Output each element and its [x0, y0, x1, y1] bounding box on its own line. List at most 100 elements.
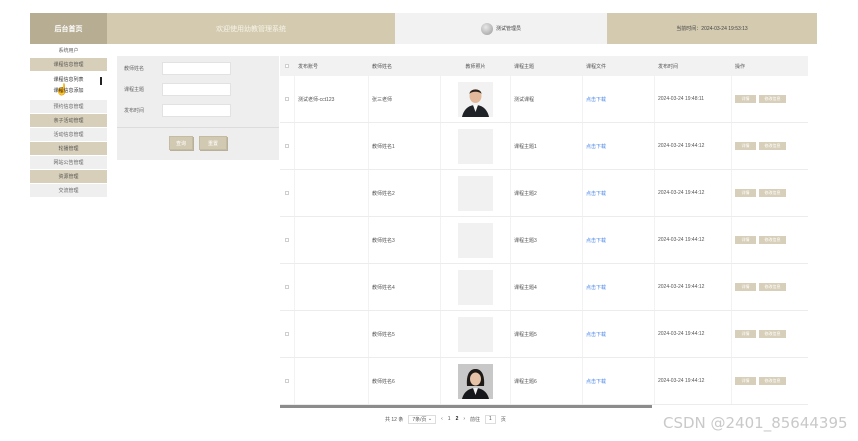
sidebar-item-course-info[interactable]: 课程信息管理 [30, 58, 107, 72]
row-checkbox[interactable] [280, 170, 295, 216]
publish-time-field: 发布时间 [124, 104, 231, 117]
submenu-item-course-list[interactable]: 课程信息列表 ☝ [30, 74, 107, 96]
edit-button[interactable]: 修改信息 [759, 330, 786, 338]
checkbox-box [285, 64, 289, 68]
download-link[interactable]: 点击下载 [586, 284, 606, 291]
sidebar-item-announcements[interactable]: 网站公告管理 [30, 156, 107, 170]
goto-page-input[interactable]: 1 [485, 414, 496, 424]
row-checkbox[interactable] [280, 358, 295, 404]
pagination: 共 12 条 7条/页 ⌄ ‹ 1 2 › 前往 1 页 [385, 413, 506, 425]
row-checkbox[interactable] [280, 123, 295, 169]
teacher-photo [458, 222, 493, 258]
teacher-photo [458, 363, 493, 399]
checkbox-box [285, 144, 289, 148]
admin-info[interactable]: 测试管理员 [395, 13, 607, 44]
cell-file: 点击下载 [583, 311, 655, 357]
detail-button[interactable]: 详情 [735, 189, 756, 197]
course-submenu: 课程信息列表 ☝ 课程信息添加 [30, 72, 107, 100]
reset-button[interactable]: 重置 [199, 136, 227, 150]
column-header: 操作 [735, 63, 746, 70]
cell-topic: 课程主题2 [511, 170, 583, 216]
detail-button[interactable]: 详情 [735, 283, 756, 291]
home-link[interactable]: 后台首页 [30, 13, 107, 44]
cell-topic: 测试课程 [511, 76, 583, 122]
download-link[interactable]: 点击下载 [586, 331, 606, 338]
teacher-photo-man-icon [458, 81, 493, 117]
divider [117, 127, 279, 128]
sidebar-item-carousel[interactable]: 轮播管理 [30, 142, 107, 156]
search-button[interactable]: 查询 [169, 136, 193, 150]
download-link[interactable]: 点击下载 [586, 190, 606, 197]
publish-time-input[interactable] [162, 104, 231, 117]
sidebar-item-resources[interactable]: 资源管理 [30, 170, 107, 184]
download-link[interactable]: 点击下载 [586, 237, 606, 244]
teacher-name-input[interactable] [162, 62, 231, 75]
sidebar: 系统用户 课程信息管理 课程信息列表 ☝ 课程信息添加 预约信息管理 亲子活动管… [30, 44, 107, 258]
course-topic-field: 课程主题 [124, 83, 231, 96]
edit-button[interactable]: 修改信息 [759, 283, 786, 291]
detail-button[interactable]: 详情 [735, 330, 756, 338]
page-size-value: 7条/页 [412, 416, 427, 423]
field-label: 课程主题 [124, 87, 145, 93]
cell-time: 2024-03-24 19:44:12 [655, 311, 732, 357]
edit-button[interactable]: 修改信息 [759, 236, 786, 244]
select-all-checkbox[interactable] [280, 56, 295, 76]
next-page-button[interactable]: › [463, 416, 465, 422]
cell-photo [441, 123, 511, 169]
table-row: 教师姓名4 课程主题4 点击下载 2024-03-24 19:44:12 详情 修改信息 [280, 264, 808, 311]
detail-button[interactable]: 详情 [735, 142, 756, 150]
checkbox-box [285, 285, 289, 289]
detail-button[interactable]: 详情 [735, 95, 756, 103]
page-2-button[interactable]: 2 [456, 416, 459, 422]
row-checkbox[interactable] [280, 311, 295, 357]
row-checkbox[interactable] [280, 264, 295, 310]
download-link[interactable]: 点击下载 [586, 143, 606, 150]
sidebar-item-parent-child[interactable]: 亲子活动管理 [30, 114, 107, 128]
cell-actions: 详情 修改信息 [732, 264, 808, 310]
detail-button[interactable]: 详情 [735, 377, 756, 385]
teacher-photo-woman-icon [458, 363, 493, 399]
cell-account [295, 123, 369, 169]
cell-teacher-name: 教师姓名6 [369, 358, 441, 404]
row-checkbox[interactable] [280, 217, 295, 263]
sidebar-item-discussion[interactable]: 交流管理 [30, 184, 107, 198]
edit-button[interactable]: 修改信息 [759, 95, 786, 103]
search-panel: 教师姓名 课程主题 发布时间 查询 重置 [117, 56, 279, 160]
prev-page-button[interactable]: ‹ [441, 416, 443, 422]
sidebar-item-activities[interactable]: 活动信息管理 [30, 128, 107, 142]
table-row: 测试老师-cct123 张三老师 测试课程 点击下载 2024-03-24 19:48:… [280, 76, 808, 123]
cell-time: 2024-03-24 19:44:12 [655, 358, 732, 404]
teacher-photo [458, 81, 493, 117]
row-checkbox[interactable] [280, 76, 295, 122]
teacher-name-field: 教师姓名 [124, 62, 231, 75]
detail-button[interactable]: 详情 [735, 236, 756, 244]
cell-teacher-name: 教师姓名5 [369, 311, 441, 357]
sidebar-item-booking[interactable]: 预约信息管理 [30, 100, 107, 114]
cell-photo [441, 311, 511, 357]
edit-button[interactable]: 修改信息 [759, 189, 786, 197]
active-marker [100, 77, 102, 85]
edit-button[interactable]: 修改信息 [759, 377, 786, 385]
column-header: 发布账号 [295, 56, 369, 76]
total-count: 共 12 条 [385, 416, 404, 423]
cell-file: 点击下载 [583, 123, 655, 169]
edit-button[interactable]: 修改信息 [759, 142, 786, 150]
download-link[interactable]: 点击下载 [586, 378, 606, 385]
submenu-item-course-add[interactable]: 课程信息添加 [30, 85, 107, 96]
download-link[interactable]: 点击下载 [586, 96, 606, 103]
page-1-button[interactable]: 1 [448, 416, 451, 422]
submenu-label: 课程信息列表 [53, 77, 84, 83]
cell-actions: 详情 修改信息 [732, 217, 808, 263]
cell-photo [441, 76, 511, 122]
cell-teacher-name: 教师姓名1 [369, 123, 441, 169]
avatar[interactable] [480, 22, 493, 35]
cell-teacher-name: 教师姓名2 [369, 170, 441, 216]
course-topic-input[interactable] [162, 83, 231, 96]
watermark: CSDN @2401_85644395 [663, 414, 848, 432]
table-row: 教师姓名6 课程主题6 点击下载 2024-03-24 19:44:12 详情 修改信息 [280, 358, 808, 405]
cell-time: 2024-03-24 19:44:12 [655, 170, 732, 216]
table-header: 发布账号 教师姓名 教师照片 课程主题 课程文件 发布时间 操作 [280, 56, 808, 76]
page-size-select[interactable]: 7条/页 ⌄ [408, 414, 437, 424]
horizontal-scrollbar[interactable] [280, 405, 652, 408]
sidebar-item-system-users[interactable]: 系统用户 [30, 44, 107, 58]
